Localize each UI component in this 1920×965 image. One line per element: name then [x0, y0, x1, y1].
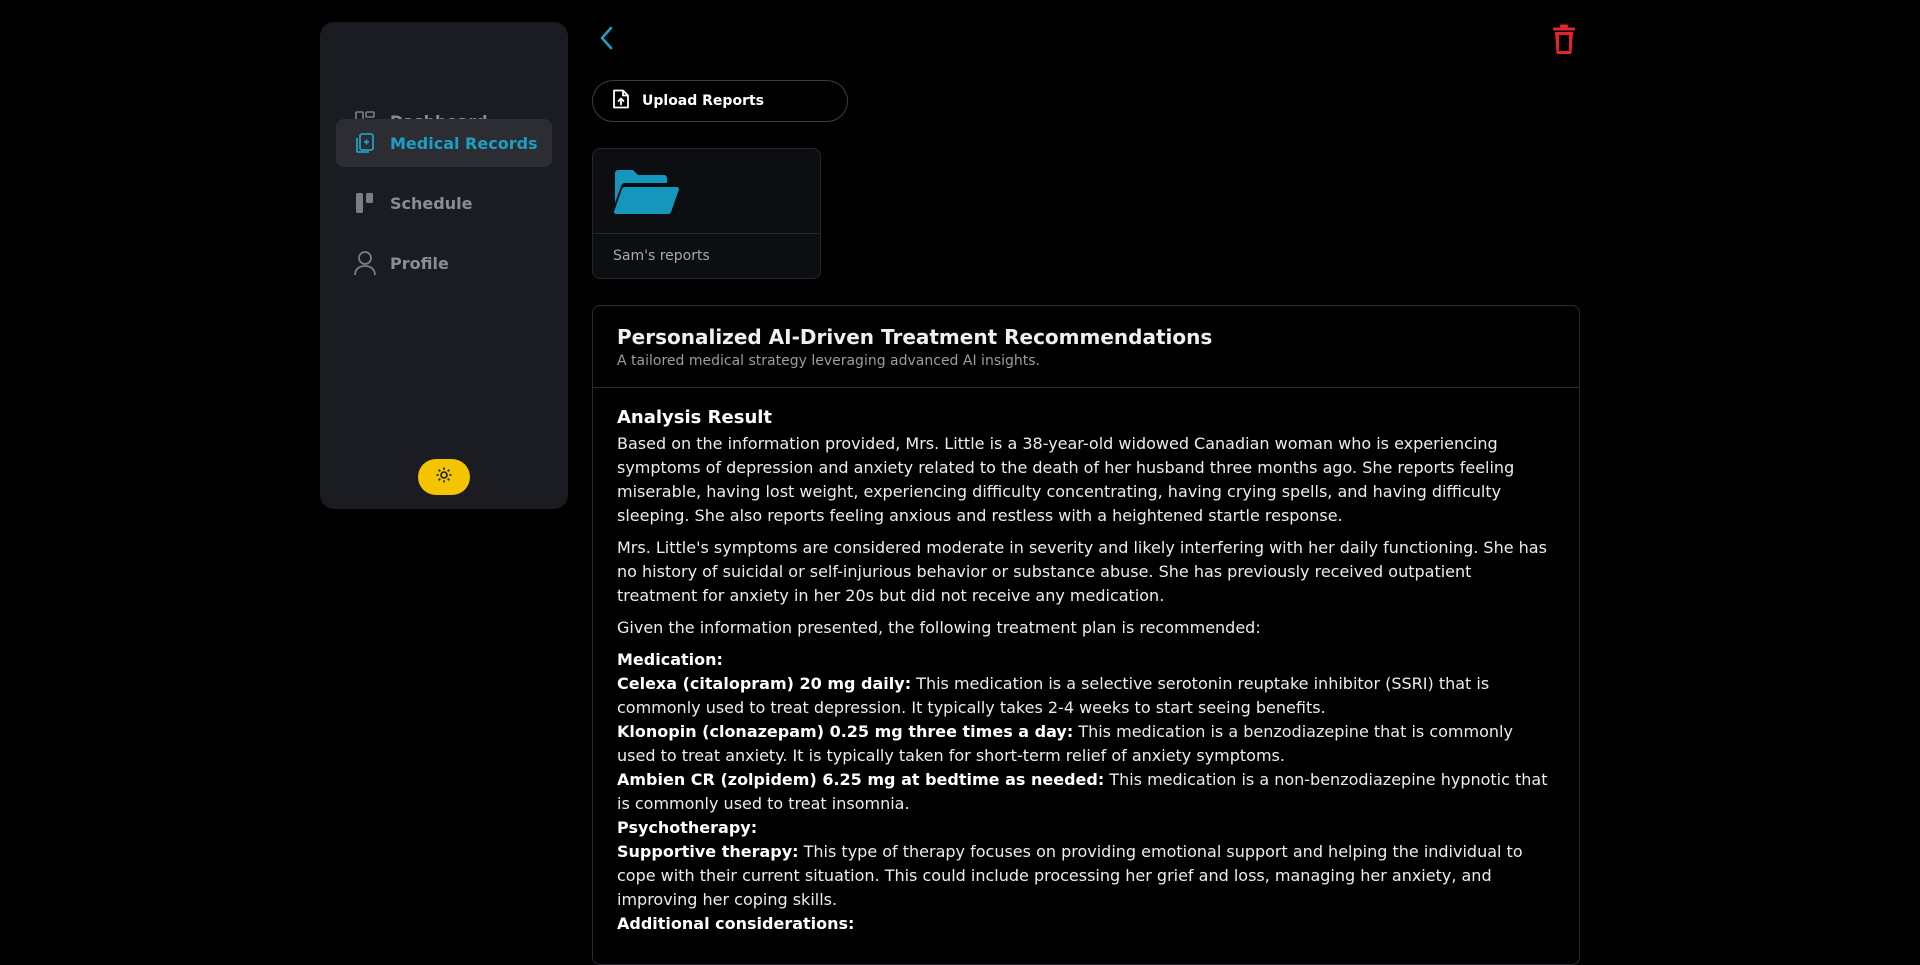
- analysis-paragraph: Based on the information provided, Mrs. …: [617, 434, 1515, 525]
- sun-icon: [436, 467, 452, 487]
- panel-body: Analysis Result Based on the information…: [593, 388, 1579, 936]
- analysis-paragraph: Mrs. Little's symptoms are considered mo…: [617, 538, 1547, 605]
- trash-icon: [1551, 24, 1577, 58]
- medication-name: Klonopin (clonazepam) 0.25 mg three time…: [617, 722, 1074, 741]
- file-upload-icon: [612, 89, 630, 113]
- sidebar-item-label: Schedule: [390, 193, 473, 213]
- chevron-left-icon: [596, 26, 620, 56]
- panel-subtitle: A tailored medical strategy leveraging a…: [617, 353, 1040, 369]
- analysis-paragraph: Given the information presented, the fol…: [617, 618, 1261, 637]
- medication-item: Ambien CR (zolpidem) 6.25 mg at bedtime …: [617, 768, 1555, 816]
- therapy-name: Supportive therapy:: [617, 842, 799, 861]
- folder-card[interactable]: Sam's reports: [592, 148, 821, 279]
- medication-item: Celexa (citalopram) 20 mg daily: This me…: [617, 672, 1555, 720]
- psychotherapy-heading: Psychotherapy:: [617, 818, 758, 837]
- delete-button[interactable]: [1551, 24, 1577, 54]
- sidebar: Dashboard Medical Records Schedule: [320, 22, 568, 509]
- theme-toggle-button[interactable]: [418, 459, 470, 495]
- upload-reports-button[interactable]: Upload Reports: [592, 80, 848, 122]
- medication-name: Celexa (citalopram) 20 mg daily:: [617, 674, 912, 693]
- additional-heading: Additional considerations:: [617, 914, 855, 933]
- sidebar-item-profile[interactable]: Profile: [336, 239, 552, 287]
- medication-name: Ambien CR (zolpidem) 6.25 mg at bedtime …: [617, 770, 1105, 789]
- medical-records-icon: [352, 130, 378, 156]
- panel-header: Personalized AI-Driven Treatment Recomme…: [593, 306, 1579, 388]
- back-button[interactable]: [596, 24, 620, 52]
- analysis-heading: Analysis Result: [617, 407, 773, 428]
- treatment-plan: Medication: Celexa (citalopram) 20 mg da…: [617, 648, 1555, 936]
- medication-heading: Medication:: [617, 650, 723, 669]
- upload-reports-label: Upload Reports: [642, 93, 764, 109]
- medication-item: Klonopin (clonazepam) 0.25 mg three time…: [617, 720, 1555, 768]
- sidebar-item-schedule[interactable]: Schedule: [336, 179, 552, 227]
- folder-thumbnail: [593, 149, 820, 234]
- panel-title: Personalized AI-Driven Treatment Recomme…: [617, 325, 1213, 349]
- folder-name: Sam's reports: [613, 248, 710, 264]
- sidebar-item-label: Profile: [390, 253, 449, 273]
- recommendations-panel: Personalized AI-Driven Treatment Recomme…: [592, 305, 1580, 965]
- profile-icon: [352, 250, 378, 276]
- schedule-icon: [352, 190, 378, 216]
- therapy-item: Supportive therapy: This type of therapy…: [617, 840, 1555, 912]
- sidebar-item-medical-records[interactable]: Medical Records: [336, 119, 552, 167]
- sidebar-item-label: Medical Records: [390, 133, 538, 153]
- folder-open-icon: [613, 170, 679, 219]
